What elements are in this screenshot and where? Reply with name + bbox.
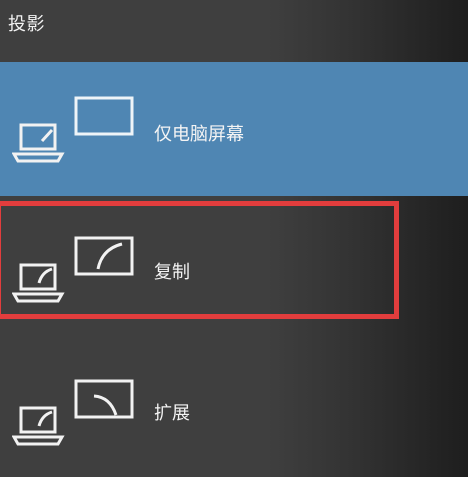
option-label-duplicate: 复制 bbox=[154, 262, 190, 283]
option-pc-screen-only[interactable]: 仅电脑屏幕 bbox=[0, 62, 468, 196]
option-duplicate[interactable]: 复制 bbox=[0, 208, 468, 320]
project-panel: 投影 仅电脑屏幕 复制 扩展 bbox=[0, 0, 468, 477]
panel-title: 投影 bbox=[8, 14, 45, 35]
extend-display-icon bbox=[11, 379, 136, 451]
option-extend[interactable]: 扩展 bbox=[0, 355, 468, 465]
option-label-pc-screen-only: 仅电脑屏幕 bbox=[154, 124, 244, 145]
pc-screen-only-icon bbox=[11, 96, 136, 168]
duplicate-display-icon bbox=[11, 236, 136, 308]
option-label-extend: 扩展 bbox=[154, 403, 190, 424]
